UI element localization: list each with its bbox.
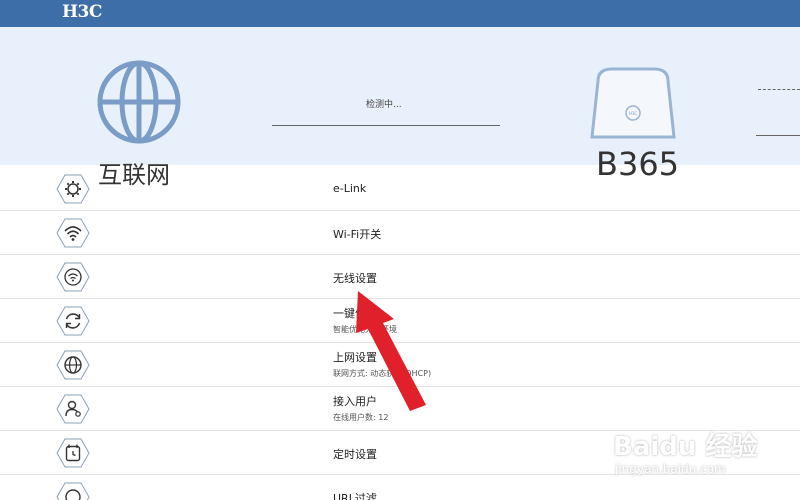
red-arrow-annotation <box>356 291 426 411</box>
connection-line-right <box>756 135 800 136</box>
menu-item-title: Wi-Fi开关 <box>333 228 382 241</box>
top-bar: H3C <box>0 0 800 27</box>
detecting-status: 检测中... <box>366 100 402 110</box>
wireless-settings-icon <box>56 262 90 292</box>
timer-icon <box>56 438 90 468</box>
connection-line <box>272 125 500 126</box>
globe-icon <box>97 60 181 144</box>
user-icon <box>56 394 90 424</box>
menu-item-title: 无线设置 <box>333 272 377 285</box>
brand-logo: H3C <box>62 2 102 22</box>
wifi-icon <box>56 218 90 248</box>
gear-icon <box>56 174 90 204</box>
menu-item-title: URL过滤 <box>333 492 377 500</box>
baidu-watermark-url: jingyan.baidu.com <box>615 462 726 476</box>
refresh-icon <box>56 306 90 336</box>
menu-item-url-filter[interactable]: URL过滤 <box>0 475 800 500</box>
menu-item-title: e-Link <box>333 182 367 195</box>
router-icon: H3C <box>590 67 676 139</box>
router-badge: H3C <box>629 111 638 116</box>
filter-icon <box>56 482 90 500</box>
globe-icon <box>56 350 90 380</box>
menu-item-elink[interactable]: e-Link <box>0 167 800 211</box>
connection-dashed-line <box>758 89 800 90</box>
network-status-panel: 互联网 检测中... H3C B365 <box>0 27 800 189</box>
menu-item-wifi-switch[interactable]: Wi-Fi开关 <box>0 211 800 255</box>
baidu-watermark: Baidu 经验 <box>613 432 758 462</box>
menu-item-title: 定时设置 <box>333 448 377 461</box>
